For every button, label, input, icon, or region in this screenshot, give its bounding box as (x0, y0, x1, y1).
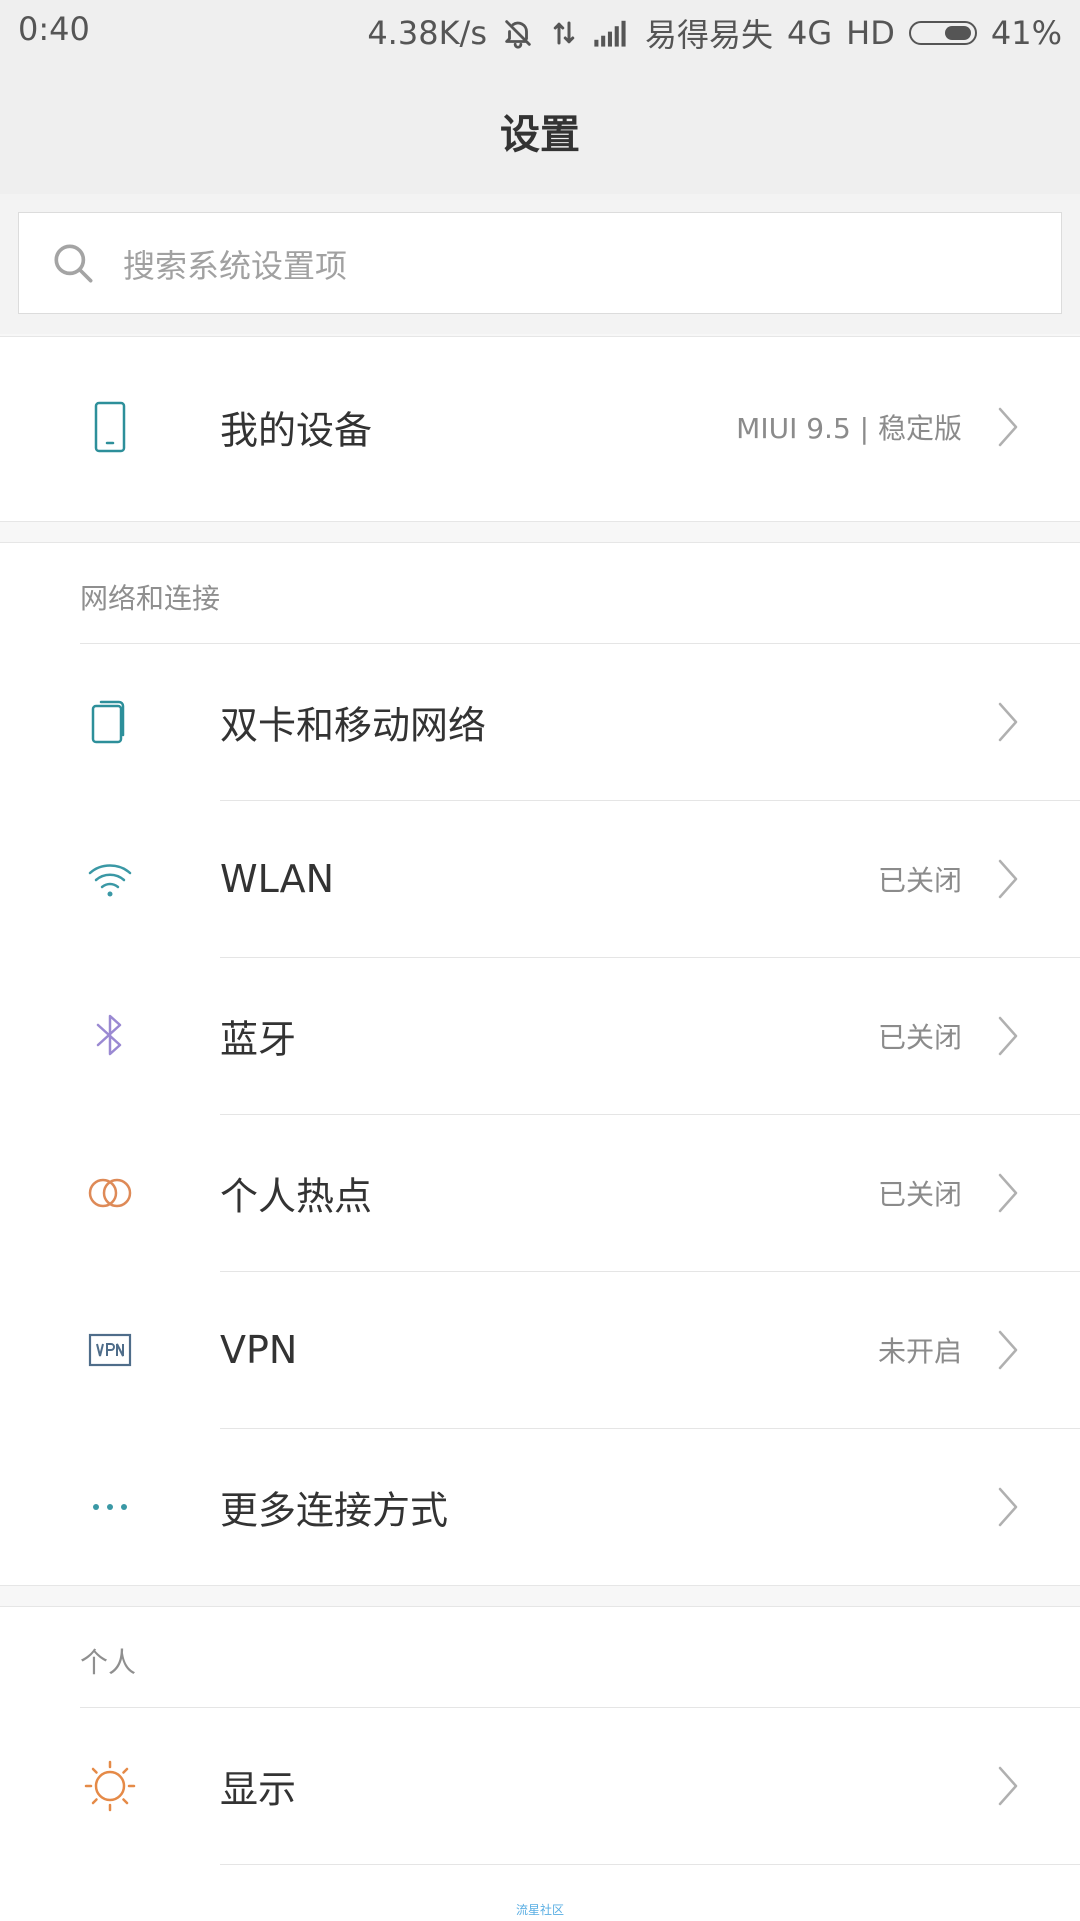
wifi-icon (88, 864, 132, 897)
sidebar-item-more-connections[interactable]: 更多连接方式 (0, 1429, 1080, 1585)
network-section: 网络和连接 双卡和移动网络 WLAN 已关闭 蓝牙 已关闭 个人热点 已关闭 V… (0, 542, 1080, 1586)
wlan-value: 已关闭 (877, 864, 962, 897)
page-title: 设置 (500, 112, 580, 158)
vpn-value: 未开启 (877, 1335, 962, 1368)
chevron-right-icon (998, 1487, 1018, 1527)
bluetooth-value: 已关闭 (877, 1021, 962, 1054)
device-label: 我的设备 (220, 408, 373, 453)
status-time: 0:40 (18, 10, 90, 48)
sidebar-item-vpn[interactable]: VPN 未开启 (0, 1272, 1080, 1428)
hd-indicator: HD (846, 14, 895, 52)
data-transfer-icon (549, 16, 579, 50)
device-row[interactable]: 我的设备 MIUI 9.5 | 稳定版 (0, 349, 1080, 505)
chevron-right-icon (998, 1766, 1018, 1806)
carrier-name: 易得易失 (645, 16, 774, 54)
search-icon (54, 244, 93, 283)
watermark-text: 流星社区 (515, 1903, 564, 1917)
section-title-network: 网络和连接 (80, 582, 221, 615)
search-placeholder: 搜索系统设置项 (123, 247, 348, 285)
sidebar-item-display[interactable]: 显示 (0, 1708, 1080, 1864)
status-bar: 0:40 4.38K/s 易得易失 4G HD 41% (0, 0, 1080, 62)
more-connections-label: 更多连接方式 (220, 1488, 449, 1533)
bluetooth-label: 蓝牙 (220, 1017, 297, 1062)
chevron-right-icon (998, 702, 1018, 742)
network-speed: 4.38K/s (367, 14, 487, 52)
sidebar-item-bluetooth[interactable]: 蓝牙 已关闭 (0, 958, 1080, 1114)
bell-off-icon (501, 16, 535, 50)
hotspot-icon (88, 1178, 132, 1208)
display-brightness-icon (84, 1760, 136, 1812)
chevron-right-icon (998, 1173, 1018, 1213)
device-card: 我的设备 MIUI 9.5 | 稳定版 (0, 336, 1080, 522)
row-divider (220, 1864, 1080, 1865)
display-label: 显示 (220, 1767, 297, 1812)
section-title-personal: 个人 (80, 1646, 137, 1679)
personal-section: 个人 显示 (0, 1606, 1080, 1921)
wlan-label: WLAN (220, 857, 335, 901)
app-header: 设置 (0, 62, 1080, 195)
chevron-right-icon (998, 1016, 1018, 1056)
hotspot-label: 个人热点 (220, 1174, 373, 1219)
phone-icon (94, 401, 126, 453)
status-right: 4.38K/s 易得易失 4G HD 41% (367, 10, 1062, 56)
dual-sim-label: 双卡和移动网络 (220, 703, 487, 748)
signal-icon (593, 18, 631, 48)
device-value: MIUI 9.5 | 稳定版 (736, 412, 962, 445)
sidebar-item-wlan[interactable]: WLAN 已关闭 (0, 801, 1080, 957)
vpn-label: VPN (220, 1328, 298, 1372)
vpn-icon (88, 1333, 132, 1367)
battery-percent: 41% (990, 14, 1062, 52)
search-area: 搜索系统设置项 (0, 194, 1080, 334)
sidebar-item-dual-sim[interactable]: 双卡和移动网络 (0, 644, 1080, 800)
bluetooth-icon (96, 1014, 122, 1056)
chevron-right-icon (998, 1330, 1018, 1370)
chevron-right-icon (998, 859, 1018, 899)
sidebar-item-hotspot[interactable]: 个人热点 已关闭 (0, 1115, 1080, 1271)
network-type: 4G (787, 14, 833, 52)
hotspot-value: 已关闭 (877, 1178, 962, 1211)
more-dots-icon (93, 1504, 127, 1510)
battery-icon (908, 21, 977, 45)
search-input[interactable]: 搜索系统设置项 (18, 212, 1062, 314)
chevron-right-icon (998, 407, 1018, 447)
dual-sim-icon (91, 700, 125, 744)
